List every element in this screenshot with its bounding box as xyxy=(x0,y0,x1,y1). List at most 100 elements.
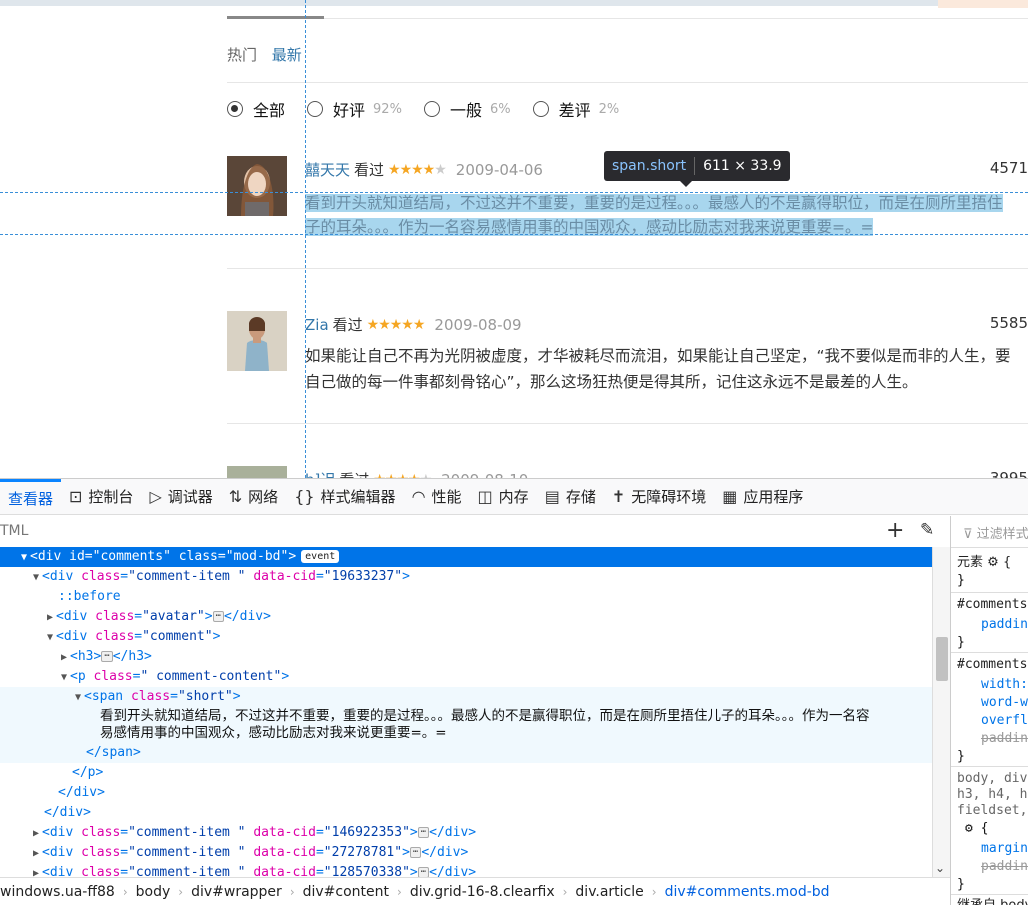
tree-node[interactable]: ▶ <div class="comment-item " data-cid="27… xyxy=(0,843,932,863)
attr-value[interactable]: "comments" xyxy=(93,549,171,564)
radio-icon[interactable] xyxy=(307,101,324,117)
filter-good[interactable]: 好评 92% xyxy=(307,97,402,121)
tab-network[interactable]: ⇅ 网络 xyxy=(221,479,286,515)
tree-node[interactable]: </div> xyxy=(0,803,932,823)
rule-selector[interactable]: #comments xyxy=(957,656,1027,674)
filter-styles-input[interactable]: ⊽ 过滤样式 xyxy=(951,516,1028,548)
gear-icon[interactable]: ⚙ xyxy=(965,821,973,836)
rule-property[interactable]: overfl xyxy=(981,712,1028,730)
collapse-arrow-icon[interactable]: ▼ xyxy=(72,688,84,708)
tree-node[interactable]: </div> xyxy=(0,783,932,803)
attr-value[interactable]: "128570338" xyxy=(324,865,410,877)
gear-icon[interactable]: ⚙ xyxy=(987,555,999,570)
expand-arrow-icon[interactable]: ▶ xyxy=(58,648,70,668)
event-badge[interactable]: event xyxy=(301,550,340,563)
tab-storage[interactable]: ▤ 存储 xyxy=(537,479,604,515)
tab-memory[interactable]: ◫ 内存 xyxy=(470,479,537,515)
rule-property[interactable]: word-w xyxy=(981,694,1028,712)
radio-checked-icon[interactable] xyxy=(227,101,243,117)
attr-value[interactable]: "short" xyxy=(178,689,233,704)
tab-application[interactable]: ▦ 应用程序 xyxy=(714,479,811,515)
expand-arrow-icon[interactable]: ▶ xyxy=(30,844,42,864)
breadcrumb-item[interactable]: div#wrapper xyxy=(191,884,282,900)
ellipsis-icon[interactable]: ⋯ xyxy=(409,847,422,858)
tree-node[interactable]: ▶ <h3> ⋯ </h3> xyxy=(0,647,932,667)
breadcrumb-item[interactable]: div.grid-16-8.clearfix xyxy=(410,884,555,900)
radio-icon[interactable] xyxy=(532,101,549,117)
tab-style-editor[interactable]: {} 样式编辑器 xyxy=(286,479,403,515)
scrollbar-thumb[interactable] xyxy=(936,637,948,681)
markup-scrollbar[interactable]: ⌄ xyxy=(932,547,950,877)
tree-node[interactable]: ▼ <span class="short"> xyxy=(0,687,932,707)
collapse-arrow-icon[interactable]: ▼ xyxy=(44,628,56,648)
ellipsis-icon[interactable]: ⋯ xyxy=(101,651,113,662)
user-link[interactable]: 囍天天 xyxy=(305,159,350,180)
tree-node[interactable]: ▶ <div class="comment-item " data-cid="12… xyxy=(0,863,932,877)
sort-tab-newest[interactable]: 最新 xyxy=(272,46,302,64)
rule-property-overridden[interactable]: paddin xyxy=(981,730,1028,748)
user-link[interactable]: Zia xyxy=(305,316,329,334)
ellipsis-icon[interactable]: ⋯ xyxy=(417,827,430,838)
eyedropper-icon[interactable]: ✎ xyxy=(920,520,934,540)
rule-property[interactable]: width: xyxy=(981,676,1028,694)
collapse-arrow-icon[interactable]: ▼ xyxy=(58,668,70,688)
rule-property[interactable]: padding xyxy=(981,616,1028,634)
attr-value[interactable]: "comment-item " xyxy=(128,845,245,860)
radio-icon[interactable] xyxy=(423,101,440,117)
sort-tab-hot[interactable]: 热门 xyxy=(227,46,257,64)
tree-node[interactable]: ▼ <div class="comment-item " data-cid="19… xyxy=(0,567,932,587)
tab-debugger[interactable]: ▷ 调试器 xyxy=(141,479,220,515)
attr-value[interactable]: "146922353" xyxy=(324,825,410,840)
rule-selector[interactable]: fieldset, xyxy=(957,802,1027,820)
tab-accessibility[interactable]: ✝ 无障碍环境 xyxy=(604,479,714,515)
tab-inspector[interactable]: 查看器 xyxy=(0,478,62,515)
tab-console[interactable]: ⊡ 控制台 xyxy=(61,479,141,515)
tree-node[interactable]: ▶ <div class="comment-item " data-cid="14… xyxy=(0,823,932,843)
attr-value[interactable]: "comment-item " xyxy=(128,569,245,584)
tree-node[interactable]: ▶ <div class="avatar"> ⋯ </div> xyxy=(0,607,932,627)
filter-neutral[interactable]: 一般 6% xyxy=(423,97,511,121)
breadcrumb-item[interactable]: body xyxy=(136,884,171,900)
breadcrumb-item[interactable]: windows.ua-ff88 xyxy=(0,884,115,900)
expand-arrow-icon[interactable]: ▶ xyxy=(30,824,42,844)
user-link[interactable]: h]迟 xyxy=(305,469,335,478)
tree-node[interactable]: </span> xyxy=(0,743,932,763)
breadcrumb-item[interactable]: div#content xyxy=(303,884,389,900)
tab-performance[interactable]: ◠ 性能 xyxy=(404,479,470,515)
tree-node[interactable]: ::before xyxy=(0,587,932,607)
attr-value[interactable]: "19633237" xyxy=(324,569,402,584)
attr-value[interactable]: "comment-item " xyxy=(128,865,245,877)
attr-value[interactable]: "mod-bd" xyxy=(226,549,289,564)
ellipsis-icon[interactable]: ⋯ xyxy=(417,867,430,877)
tree-node[interactable]: ▼ <div class="comment"> xyxy=(0,627,932,647)
html-search-input[interactable]: TML xyxy=(0,523,28,539)
rule-property-overridden[interactable]: paddin xyxy=(981,858,1028,876)
ellipsis-icon[interactable]: ⋯ xyxy=(212,611,224,622)
breadcrumb-item-active[interactable]: div#comments.mod-bd xyxy=(665,884,830,900)
tree-text-node[interactable]: 易感情用事的中国观众，感动比励志对我来说更重要=。= xyxy=(0,725,932,743)
avatar[interactable] xyxy=(227,311,287,371)
attr-value[interactable]: "comment-item " xyxy=(128,825,245,840)
avatar[interactable] xyxy=(227,156,287,216)
collapse-arrow-icon[interactable]: ▼ xyxy=(18,548,30,568)
vote-count: 4571 xyxy=(989,159,1028,177)
rule-selector[interactable]: #comments xyxy=(957,596,1027,614)
collapse-arrow-icon[interactable]: ▼ xyxy=(30,568,42,588)
breadcrumb-item[interactable]: div.article xyxy=(575,884,643,900)
tree-text-node[interactable]: 看到开头就知道结局，不过这并不重要，重要的是过程。。。最感人的不是赢得职位，而是… xyxy=(0,707,932,725)
expand-arrow-icon[interactable]: ▶ xyxy=(30,864,42,877)
tree-node[interactable]: </p> xyxy=(0,763,932,783)
attr-value[interactable]: "27278781" xyxy=(324,845,402,860)
tree-node[interactable]: ▼ <p class=" comment-content"> xyxy=(0,667,932,687)
chevron-down-icon[interactable]: ⌄ xyxy=(935,861,945,875)
tree-node[interactable]: ▼ <div id="comments" class="mod-bd"> event xyxy=(0,547,932,567)
attr-value[interactable]: "comment" xyxy=(142,629,212,644)
filter-bad[interactable]: 差评 2% xyxy=(532,97,619,121)
filter-all[interactable]: 全部 xyxy=(227,97,285,121)
attr-value[interactable]: " comment-content" xyxy=(140,669,281,684)
avatar[interactable] xyxy=(227,466,287,478)
add-node-button[interactable]: + xyxy=(886,518,904,543)
attr-value[interactable]: "avatar" xyxy=(142,609,205,624)
rule-property[interactable]: margin xyxy=(981,840,1028,858)
expand-arrow-icon[interactable]: ▶ xyxy=(44,608,56,628)
